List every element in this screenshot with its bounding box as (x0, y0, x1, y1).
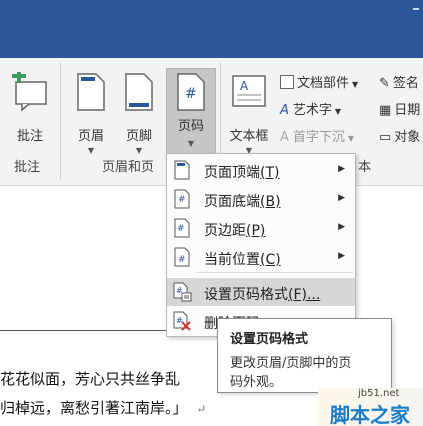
chevron-down-icon: ▼ (187, 139, 195, 148)
current-position-icon: # (174, 247, 190, 267)
remove-page-number-icon: # (173, 311, 191, 331)
svg-text:#: # (178, 255, 186, 265)
page-number-icon: # (177, 73, 205, 111)
watermark-url: jb51.net (358, 388, 400, 399)
svg-text:A: A (240, 79, 249, 93)
chevron-down-icon: ▼ (347, 134, 355, 143)
wordart-button[interactable]: A 艺术字 ▼ (280, 99, 341, 118)
textbox-label: 文本框 (229, 129, 269, 144)
svg-text:#: # (177, 224, 185, 234)
document-text-line[interactable]: 花花似面，芳心只共丝争乱 (0, 368, 180, 389)
menu-item-label: 设置页码格式(F)... (204, 287, 321, 303)
wordart-label: 艺术字 (292, 103, 332, 118)
tooltip-title: 设置页码格式 (230, 332, 309, 347)
svg-text:#: # (185, 86, 197, 102)
menu-item-page-margin[interactable]: # 页边距(P) ▶ (167, 214, 355, 242)
svg-text:#: # (176, 316, 183, 325)
menu-item-label: 页面顶端(T) (204, 165, 280, 181)
datetime-button[interactable]: ▦ 日期 (379, 99, 420, 118)
dropcap-label: 首字下沉 (292, 130, 345, 145)
page-number-label: 页码 (177, 119, 204, 134)
wordart-icon: A (280, 103, 289, 118)
group-divider (60, 62, 61, 180)
new-comment-button[interactable]: 批注 (4, 68, 56, 148)
footer-button[interactable]: 页脚 ▼ (116, 68, 162, 158)
footer-icon (125, 73, 153, 111)
document-text: 归棹远，离愁引著江南岸。」 (0, 399, 188, 417)
quick-parts-label: 文档部件 (297, 76, 350, 91)
signature-line-button[interactable]: ✎ 签名 (379, 72, 419, 91)
paragraph-mark: ↵ (196, 402, 207, 416)
document-text-line[interactable]: 归棹远，离愁引著江南岸。」 ↵ (0, 397, 206, 418)
menu-item-page-top[interactable]: 页面顶端(T) ▶ (167, 156, 355, 184)
datetime-label: 日期 (394, 103, 421, 118)
new-comment-label: 批注 (16, 129, 43, 144)
dropcap-button[interactable]: A 首字下沉 ▼ (280, 126, 354, 145)
ribbon-collapse-mark[interactable] (413, 8, 419, 10)
title-bar (0, 0, 423, 58)
comments-group-label: 批注 (14, 160, 41, 175)
text-group-label-tail: 本 (358, 160, 372, 175)
quick-parts-icon (280, 75, 294, 89)
menu-item-page-bottom[interactable]: # 页面底端(B) ▶ (167, 185, 355, 213)
header-button[interactable]: 页眉 ▼ (68, 68, 114, 158)
chevron-down-icon: ▼ (334, 107, 342, 116)
submenu-arrow-icon: ▶ (338, 222, 345, 232)
chevron-down-icon: ▼ (135, 146, 143, 155)
chevron-down-icon: ▼ (352, 80, 359, 89)
object-icon: ▭ (379, 130, 392, 145)
page-margin-icon: # (174, 218, 190, 238)
page-bottom-icon: # (174, 189, 190, 209)
tooltip-description: 更改页眉/页脚中的页 (230, 356, 352, 371)
submenu-arrow-icon: ▶ (338, 164, 345, 174)
tooltip-description: 码外观。 (230, 375, 283, 390)
menu-item-label: 页面底端(B) (204, 194, 281, 210)
quick-parts-button[interactable]: 文档部件 ▼ (280, 72, 358, 91)
header-label: 页眉 (77, 129, 104, 144)
dropcap-icon: A (280, 130, 289, 145)
menu-item-label: 当前位置(C) (204, 252, 281, 268)
watermark-text: 脚本之家 (330, 403, 410, 426)
textbox-icon: A (232, 75, 266, 107)
page-number-menu: 页面顶端(T) ▶ # 页面底端(B) ▶ # 页边距(P) ▶ # 当前位置(… (166, 153, 356, 337)
header-icon (77, 73, 105, 111)
object-label: 对象 (394, 130, 421, 145)
signature-label: 签名 (392, 76, 419, 91)
new-comment-icon (12, 72, 47, 112)
svg-text:#: # (178, 195, 186, 205)
format-page-number-icon: # (173, 282, 192, 302)
calendar-icon: ▦ (379, 103, 392, 118)
menu-item-current-position[interactable]: # 当前位置(C) ▶ (167, 243, 355, 271)
page-number-button[interactable]: # 页码 ▼ (166, 68, 216, 160)
object-button[interactable]: ▭ 对象 (379, 126, 420, 145)
menu-item-label: 页边距(P) (204, 223, 266, 239)
tooltip: 设置页码格式 更改页眉/页脚中的页 码外观。 (217, 318, 392, 393)
textbox-button[interactable]: A 文本框 ▼ (224, 68, 274, 158)
signature-icon: ✎ (379, 76, 390, 91)
submenu-arrow-icon: ▶ (338, 193, 345, 203)
footer-label: 页脚 (125, 129, 152, 144)
page-top-icon (174, 160, 190, 180)
chevron-down-icon: ▼ (87, 146, 95, 155)
document-text: 花花似面，芳心只共丝争乱 (0, 370, 181, 388)
submenu-arrow-icon: ▶ (338, 251, 345, 261)
menu-separator (197, 272, 353, 273)
header-footer-group-label: 页眉和页 (102, 160, 155, 175)
menu-item-format-page-numbers[interactable]: # 设置页码格式(F)... (167, 278, 355, 306)
